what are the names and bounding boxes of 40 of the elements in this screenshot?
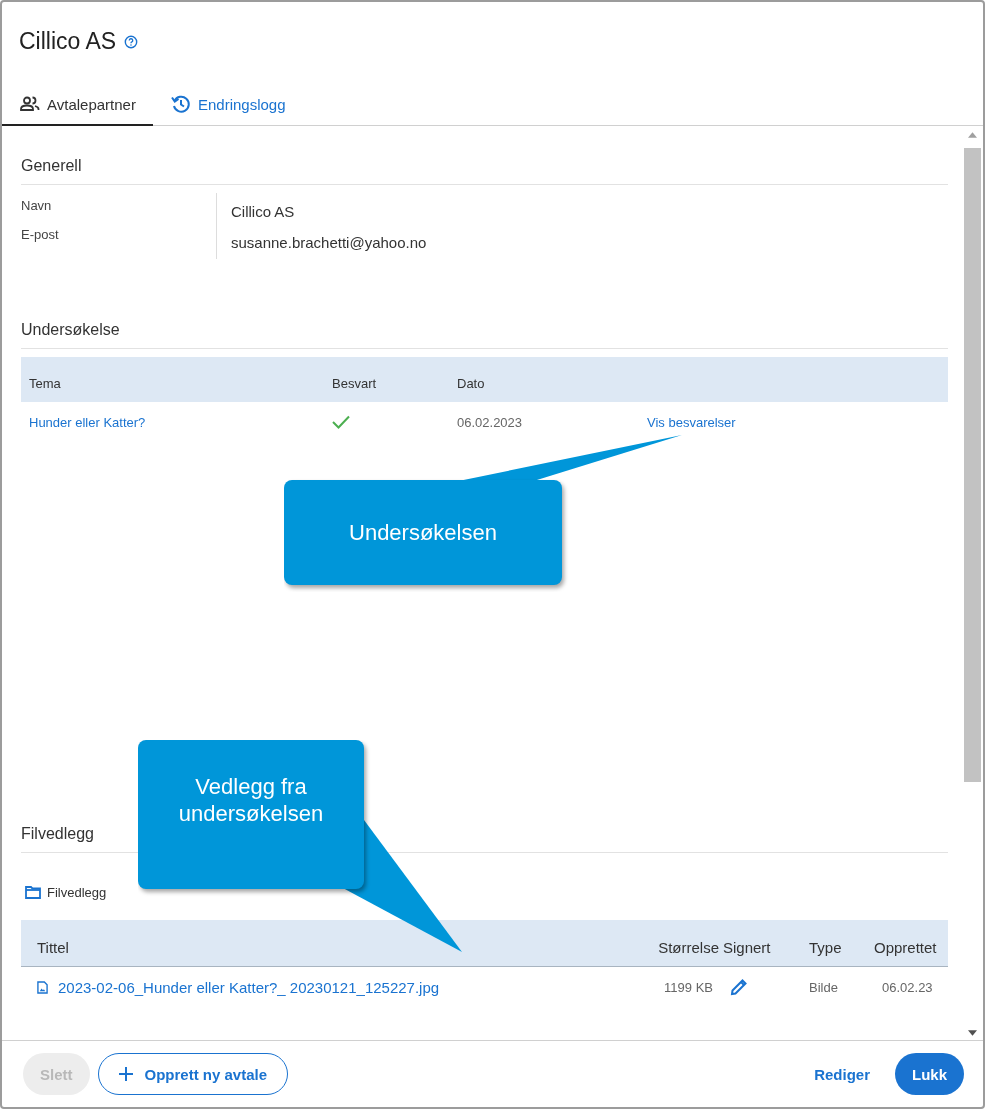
file-link[interactable]: 2023-02-06_Hunder eller Katter?_ 20230121_125227.jpg [58,978,440,996]
tab[interactable]: Endringslogg [152,84,303,126]
column-header: Besvart [332,376,378,391]
table-cell-text: 06.02.23 [881,979,934,995]
field-value: Cillico AS [231,203,296,220]
callout-text: Undersøkelsen [348,519,498,547]
people-icon [20,96,40,112]
column-header: Signert [722,938,772,956]
history-icon [170,94,191,114]
column-header: Tema [29,376,62,391]
field-value: susanne.brachetti@yahoo.no [231,234,427,251]
image-file-icon [37,980,48,994]
dialog-title: Cillico AS [19,27,117,55]
scroll-up-icon[interactable] [968,132,977,138]
tab[interactable]: Avtalepartner [2,84,153,126]
pencil-icon[interactable] [729,977,749,997]
section-heading: Generell [21,157,948,185]
table-cell-text: 06.02.2023 [457,414,524,430]
column-header: Dato [457,376,486,391]
plus-icon [118,1067,133,1081]
column-header: Type [808,938,843,956]
section-heading: Undersøkelse [21,321,948,349]
action-button[interactable]: Lukk [895,1053,964,1095]
table-cell-text: Bilde [808,979,839,995]
column-header: Tittel [37,938,70,956]
column-header: Opprettet [873,938,938,956]
action-button[interactable]: Rediger [797,1053,887,1095]
column-header: Størrelse [657,938,720,956]
answers-link[interactable]: Vis besvarelser [647,414,948,430]
field-label: Navn [21,198,53,213]
create-button[interactable]: Opprett ny avtale [97,1053,289,1095]
callout-text: Vedlegg fra undersøkelsen [177,772,325,828]
folder-icon [25,886,41,899]
topic-link[interactable]: Hunder eller Katter? [29,414,332,430]
scroll-down-icon[interactable] [968,1030,977,1036]
table-cell-text: 1199 KB [663,979,714,995]
folder-link[interactable]: Filvedlegg [25,885,107,900]
scroll-thumb[interactable] [964,148,981,782]
help-icon[interactable] [124,35,139,49]
field-label: E-post [21,227,60,242]
